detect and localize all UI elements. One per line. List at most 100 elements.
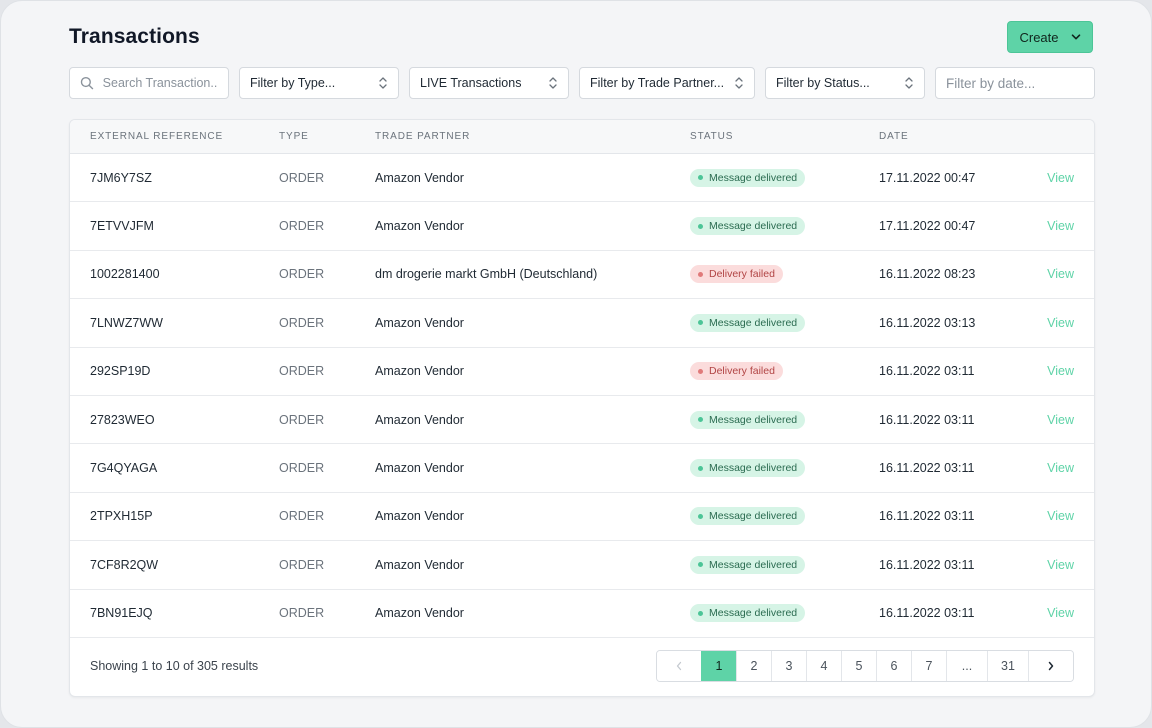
column-header-status[interactable]: STATUS [690,120,733,153]
trade-partner: Amazon Vendor [375,412,464,427]
status-dot-icon [698,223,703,229]
trade-partner: Amazon Vendor [375,557,464,572]
chevron-down-icon [1071,34,1080,40]
view-link[interactable]: View [1047,299,1074,346]
trade-partner: Amazon Vendor [375,170,464,185]
transaction-date: 16.11.2022 03:11 [879,606,975,621]
trade-partner: Amazon Vendor [375,606,464,621]
transaction-type: ORDER [279,267,325,282]
table-row[interactable]: 1002281400 ORDER dm drogerie markt GmbH (D… [70,251,1094,300]
table-header: EXTERNAL REFERENCE TYPE TRADE PARTNER ST… [70,120,1094,154]
external-reference: 7BN91EJQ [90,606,153,621]
pagination: 1 2 3 4 5 6 7... 31 [656,649,1074,682]
status-label: Message delivered [709,413,798,426]
transaction-type: ORDER [279,412,325,427]
status-cell: Message delivered [690,299,806,346]
search-input[interactable]: Search Transaction... [69,67,229,99]
table-row[interactable]: 27823WEO ORDER Amazon Vendor Message delive… [70,396,1094,445]
status-badge: Message delivered [690,604,806,623]
status-dot-icon [698,465,703,471]
status-dot-icon [698,417,703,423]
next-page-button[interactable] [1028,650,1073,681]
search-icon [80,76,94,90]
table-row[interactable]: 292SP19D ORDER Amazon Vendor Delivery faile… [70,348,1094,396]
page-ellipsis: ... [946,650,987,681]
transaction-type: ORDER [279,170,325,185]
column-header-trade-partner[interactable]: TRADE PARTNER [375,120,470,153]
column-header-type[interactable]: TYPE [279,120,309,153]
view-link[interactable]: View [1047,396,1074,443]
table-row[interactable]: 7JM6Y7SZ ORDER Amazon Vendor Message delive… [70,154,1094,203]
transaction-date: 16.11.2022 03:11 [879,461,975,476]
status-dot-icon [698,271,703,277]
view-link[interactable]: View [1047,590,1074,637]
external-reference: 1002281400 [90,267,160,282]
status-badge: Message delivered [690,410,806,429]
filter-bar: Search Transaction... Filter by Type... … [69,67,1095,99]
view-link[interactable]: View [1047,444,1074,491]
updown-arrows-icon [735,77,743,89]
status-cell: Message delivered [690,396,806,443]
column-header-external-reference[interactable]: EXTERNAL REFERENCE [90,120,223,153]
table-row[interactable]: 7G4QYAGA ORDER Amazon Vendor Message delive… [70,444,1094,493]
trade-partner: dm drogerie markt GmbH (Deutschland) [375,267,598,282]
trade-partner: Amazon Vendor [375,461,464,476]
page-button-3[interactable]: 3 [771,650,806,681]
external-reference: 7ETVVJFM [90,219,154,234]
table-row[interactable]: 7CF8R2QW ORDER Amazon Vendor Message delive… [70,541,1094,590]
table-row[interactable]: 7BN91EJQ ORDER Amazon Vendor Message delive… [70,590,1094,638]
status-badge: Delivery failed [690,265,783,284]
status-dot-icon [698,513,703,519]
environment-select[interactable]: LIVE Transactions [409,67,569,99]
view-link[interactable]: View [1047,493,1074,540]
trade-partner-filter-value: Filter by Trade Partner... [590,76,725,90]
external-reference: 7CF8R2QW [90,557,159,572]
view-link[interactable]: View [1047,154,1074,201]
status-cell: Message delivered [690,154,806,201]
page-button-1[interactable]: 1 [701,650,736,681]
transaction-type: ORDER [279,557,325,572]
table-row[interactable]: 7LNWZ7WW ORDER Amazon Vendor Message delive… [70,299,1094,348]
status-filter-value: Filter by Status... [776,76,870,90]
app-window: Transactions Create Search Transaction..… [0,0,1152,728]
status-label: Message delivered [709,220,798,233]
status-label: Message delivered [709,607,798,620]
table-footer: Showing 1 to 10 of 305 results 1 2 3 4 5 6 7..… [70,635,1094,696]
trade-partner-filter-select[interactable]: Filter by Trade Partner... [579,67,755,99]
type-filter-select[interactable]: Filter by Type... [239,67,399,99]
page-button-4[interactable]: 4 [806,650,841,681]
status-cell: Delivery failed [690,348,783,395]
status-cell: Message delivered [690,590,806,637]
view-link[interactable]: View [1047,202,1074,249]
transaction-type: ORDER [279,364,325,379]
status-badge: Delivery failed [690,362,783,381]
column-header-date[interactable]: DATE [879,120,909,153]
page-button-2[interactable]: 2 [736,650,771,681]
external-reference: 292SP19D [90,364,151,379]
status-label: Message delivered [709,558,798,571]
status-label: Delivery failed [709,268,775,281]
prev-page-button[interactable] [657,650,701,681]
updown-arrows-icon [549,77,557,89]
table-row[interactable]: 7ETVVJFM ORDER Amazon Vendor Message delive… [70,202,1094,251]
status-label: Message delivered [709,510,798,523]
trade-partner: Amazon Vendor [375,315,464,330]
view-link[interactable]: View [1047,348,1074,395]
page-button-7[interactable]: 7 [911,650,946,681]
view-link[interactable]: View [1047,251,1074,298]
transaction-date: 16.11.2022 03:13 [879,315,976,330]
date-filter-input[interactable]: Filter by date... [935,67,1095,99]
transaction-type: ORDER [279,509,325,524]
create-button[interactable]: Create [1007,21,1093,53]
transaction-type: ORDER [279,315,325,330]
status-filter-select[interactable]: Filter by Status... [765,67,925,99]
view-link[interactable]: View [1047,541,1074,588]
page-button-6[interactable]: 6 [876,650,911,681]
page-button-31[interactable]: 31 [987,650,1028,681]
updown-arrows-icon [905,77,913,89]
status-dot-icon [698,368,703,374]
type-filter-value: Filter by Type... [250,76,336,90]
page-button-5[interactable]: 5 [841,650,876,681]
status-badge: Message delivered [690,168,806,187]
table-row[interactable]: 2TPXH15P ORDER Amazon Vendor Message delive… [70,493,1094,542]
